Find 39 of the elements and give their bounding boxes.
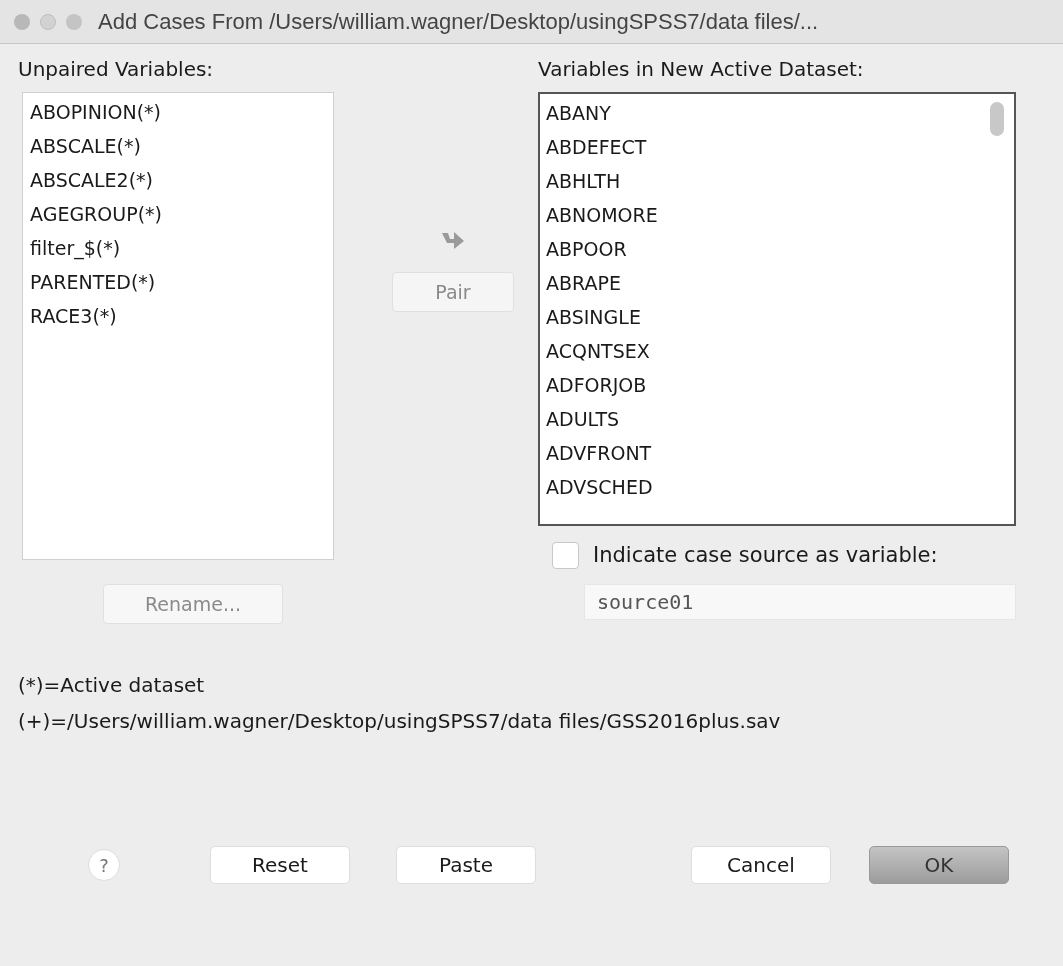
- list-item[interactable]: PARENTED(*): [30, 265, 156, 299]
- minimize-window-icon[interactable]: [40, 13, 56, 30]
- list-item[interactable]: ABSINGLE: [546, 300, 641, 334]
- checkbox-label: Indicate case source as variable:: [593, 542, 938, 569]
- dialog-button[interactable]: OK: [869, 846, 1009, 884]
- close-window-icon[interactable]: [14, 13, 30, 30]
- list-item[interactable]: ABSCALE2(*): [30, 163, 154, 197]
- arrow-icon: [440, 229, 466, 251]
- list-item[interactable]: ABRAPE: [546, 266, 621, 300]
- list-label: Variables in New Active Dataset:: [538, 56, 865, 83]
- legend-text: (*)=Active dataset: [18, 672, 206, 699]
- list-item[interactable]: AGEGROUP(*): [30, 197, 162, 231]
- help-button[interactable]: ?: [88, 849, 120, 881]
- scrollbar-thumb[interactable]: [990, 102, 1004, 136]
- unpaired-variables-list[interactable]: ABOPINION(*) ABSCALE(*) ABSCALE2(*) AGEGROUP(*) filter_$(*) PARENTED(*) RACE3(*): [22, 92, 334, 560]
- list-item[interactable]: ABSCALE(*): [30, 129, 141, 163]
- window-title: Add Cases From /Users/william.wagner/Desktop/usingSPSS7/data files/...: [98, 8, 819, 36]
- variable-name-field[interactable]: source01: [584, 583, 1016, 620]
- list-item[interactable]: ABPOOR: [546, 232, 627, 266]
- dialog-button[interactable]: Cancel: [691, 846, 831, 884]
- list-item[interactable]: ADULTS: [546, 402, 620, 436]
- list-item[interactable]: ABNOMORE: [546, 198, 658, 232]
- list-item[interactable]: ADFORJOB: [546, 368, 647, 402]
- dialog-button[interactable]: Paste: [396, 846, 536, 884]
- list-item[interactable]: ABHLTH: [546, 164, 621, 198]
- list-item[interactable]: ABANY: [546, 96, 611, 130]
- list-item[interactable]: ADVFRONT: [546, 436, 652, 470]
- list-item[interactable]: filter_$(*): [30, 231, 121, 265]
- list-item[interactable]: ABDEFECT: [546, 130, 647, 164]
- active-variables-list[interactable]: ABANY ABDEFECT ABHLTH ABNOMORE ABPOOR ABRAPE ABSINGLE ACQNTSEX ADFORJOB ADULTS ADVFRONT ADVSCHED: [538, 92, 1016, 526]
- list-label: Unpaired Variables:: [18, 56, 215, 83]
- dialog-button[interactable]: Reset: [210, 846, 350, 884]
- legend-text: (+)=/Users/william.wagner/Desktop/usingSPSS7/data files/GSS2016plus.sav: [18, 708, 782, 735]
- list-item[interactable]: RACE3(*): [30, 299, 117, 333]
- checkbox[interactable]: [552, 542, 579, 570]
- zoom-window-icon[interactable]: [66, 13, 82, 30]
- list-item[interactable]: ACQNTSEX: [546, 334, 650, 368]
- list-item[interactable]: ABOPINION(*): [30, 95, 162, 129]
- list-item[interactable]: ADVSCHED: [546, 470, 653, 504]
